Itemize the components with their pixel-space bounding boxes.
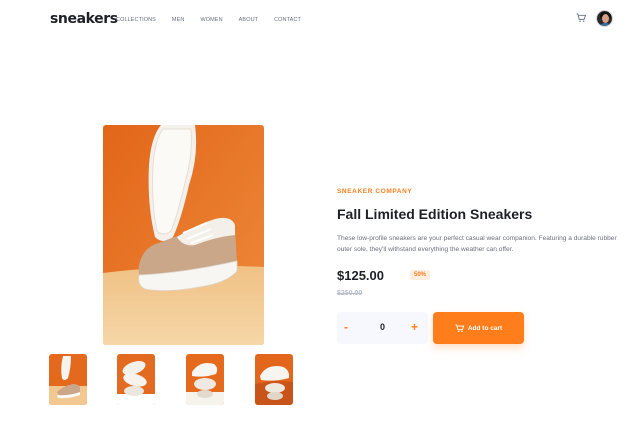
thumbnail-4[interactable] [255, 354, 293, 405]
discount-badge: 50% [410, 270, 431, 280]
thumbnail-image [186, 354, 224, 405]
product-title: Fall Limited Edition Sneakers [337, 206, 533, 222]
nav-collections[interactable]: COLLECTIONS [116, 17, 156, 23]
nav-contact[interactable]: CONTACT [274, 17, 301, 23]
increase-button[interactable]: + [411, 320, 418, 334]
nav-men[interactable]: MEN [172, 17, 185, 23]
main-nav: COLLECTIONS MEN WOMEN ABOUT CONTACT [116, 17, 317, 23]
company-label: SNEAKER COMPANY [337, 188, 413, 195]
thumbnail-1[interactable] [49, 354, 87, 405]
cart-icon[interactable] [576, 13, 586, 23]
current-price: $125.00 [337, 268, 384, 283]
thumbnail-3[interactable] [186, 354, 224, 405]
product-main-image[interactable] [103, 125, 264, 345]
cart-icon [455, 323, 464, 332]
avatar[interactable] [596, 10, 613, 27]
thumbnail-2[interactable] [117, 354, 155, 405]
sneaker-image [103, 125, 264, 345]
nav-about[interactable]: ABOUT [239, 17, 258, 23]
logo[interactable]: sneakers [50, 11, 118, 27]
product-description: These low-profile sneakers are your perf… [337, 235, 617, 253]
nav-women[interactable]: WOMEN [200, 17, 222, 23]
quantity-stepper: - 0 + [337, 312, 428, 344]
thumbnail-image [49, 354, 87, 405]
thumbnail-image [255, 354, 293, 405]
thumbnail-image [117, 354, 155, 405]
add-to-cart-label: Add to cart [467, 324, 503, 332]
add-to-cart-button[interactable]: Add to cart [433, 312, 524, 344]
old-price: $250.00 [337, 290, 363, 297]
